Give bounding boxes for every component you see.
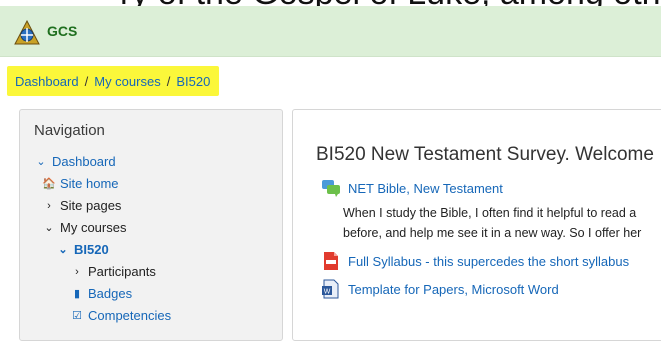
activity-net-bible[interactable]: NET Bible, New Testament xyxy=(321,178,503,198)
forum-icon xyxy=(322,180,340,197)
chevron-down-icon: ⌄ xyxy=(58,244,68,256)
activity-label: NET Bible, New Testament xyxy=(348,180,503,196)
word-doc-icon: W xyxy=(322,279,339,299)
svg-text:W: W xyxy=(324,289,331,296)
description-line: When I study the Bible, I often find it … xyxy=(343,206,637,220)
top-navbar: GCS xyxy=(0,6,661,57)
nav-item-participants[interactable]: › Participants xyxy=(70,264,156,279)
chevron-down-icon: ⌄ xyxy=(44,222,54,234)
navigation-block: Navigation ⌄ Dashboard 🏠 Site home › Sit… xyxy=(19,109,283,341)
chevron-right-icon: › xyxy=(47,199,51,212)
chevron-right-icon: › xyxy=(75,265,79,278)
activity-template-papers[interactable]: W Template for Papers, Microsoft Word xyxy=(321,279,559,299)
checkbox-icon: ☑ xyxy=(72,310,82,322)
nav-item-my-courses[interactable]: ⌄ My courses xyxy=(42,220,126,235)
site-brand[interactable]: GCS xyxy=(47,23,77,39)
breadcrumb-dashboard[interactable]: Dashboard xyxy=(15,74,79,89)
breadcrumb-separator: / xyxy=(84,73,89,89)
badge-icon: ▮ xyxy=(73,288,81,300)
course-title: BI520 New Testament Survey. Welcome xyxy=(316,144,654,165)
course-content: BI520 New Testament Survey. Welcome NET … xyxy=(292,109,661,341)
breadcrumb-my-courses[interactable]: My courses xyxy=(94,74,160,89)
chevron-down-icon: ⌄ xyxy=(36,156,46,168)
pdf-icon xyxy=(324,252,338,270)
breadcrumb-separator: / xyxy=(166,73,171,89)
home-icon: 🏠 xyxy=(42,178,56,190)
nav-item-badges[interactable]: ▮ Badges xyxy=(70,286,132,301)
nav-item-site-home[interactable]: 🏠 Site home xyxy=(42,176,118,191)
navigation-title: Navigation xyxy=(34,122,105,139)
nav-item-competencies[interactable]: ☑ Competencies xyxy=(70,308,171,323)
breadcrumb: Dashboard / My courses / BI520 xyxy=(7,66,220,96)
site-logo-icon[interactable] xyxy=(14,20,40,46)
activity-label: Full Syllabus - this supercedes the shor… xyxy=(348,253,630,269)
nav-item-dashboard[interactable]: ⌄ Dashboard xyxy=(34,154,115,169)
activity-full-syllabus[interactable]: Full Syllabus - this supercedes the shor… xyxy=(321,251,629,271)
breadcrumb-course[interactable]: BI520 xyxy=(176,74,210,89)
nav-item-bi520[interactable]: ⌄ BI520 xyxy=(56,242,108,257)
activity-label: Template for Papers, Microsoft Word xyxy=(348,281,559,297)
nav-item-site-pages[interactable]: › Site pages xyxy=(42,198,121,213)
description-line: before, and help me see it in a new way.… xyxy=(343,226,642,240)
